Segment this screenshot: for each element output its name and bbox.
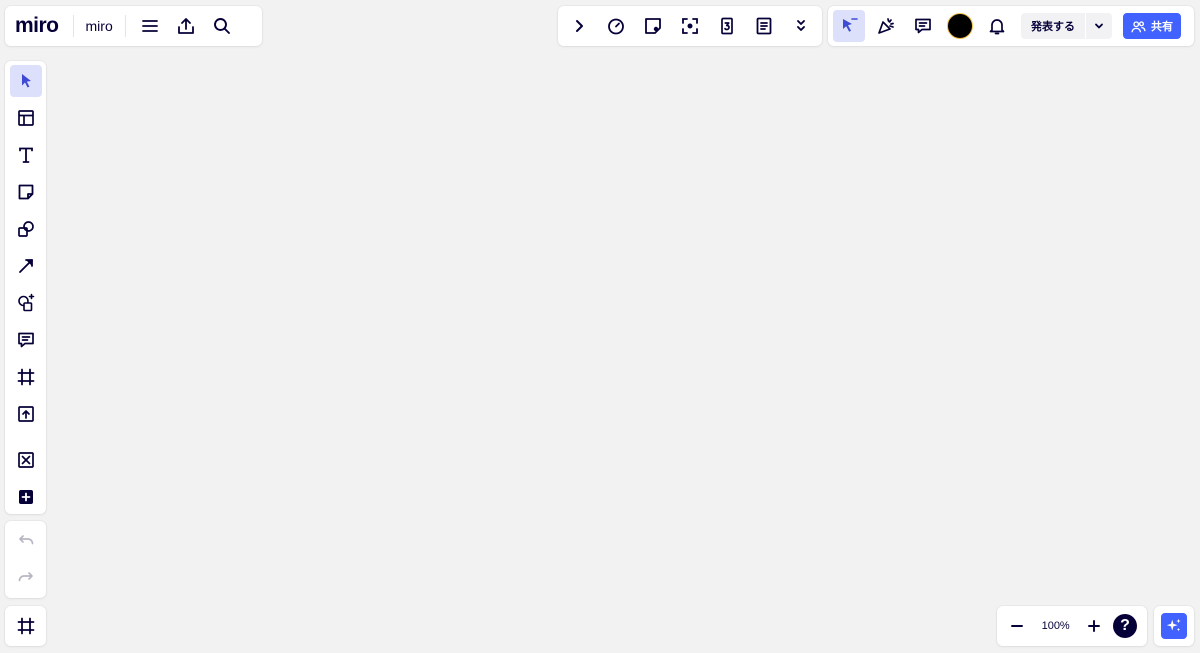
diagram-icon[interactable] <box>10 287 42 319</box>
divider <box>72 15 74 37</box>
upload-icon[interactable] <box>10 398 42 430</box>
board-header: miro miro <box>5 6 262 46</box>
focus-icon[interactable] <box>673 10 706 42</box>
ai-sparkle-icon[interactable] <box>1161 613 1187 639</box>
cursor-icon[interactable] <box>833 10 865 42</box>
ai-panel <box>1154 606 1194 646</box>
timer-icon[interactable] <box>599 10 632 42</box>
redo-icon[interactable] <box>10 562 42 594</box>
help-icon[interactable]: ? <box>1112 614 1137 638</box>
more-icon[interactable] <box>785 10 818 42</box>
divider <box>124 15 126 37</box>
notes-icon[interactable] <box>748 10 781 42</box>
text-icon[interactable] <box>10 139 42 171</box>
bell-icon[interactable] <box>981 10 1013 42</box>
zoom-in-icon[interactable] <box>1078 610 1110 642</box>
reactions-icon[interactable] <box>870 10 902 42</box>
apps-icon[interactable] <box>10 444 42 476</box>
collaboration-toolbar <box>558 6 822 46</box>
expand-icon[interactable] <box>562 10 595 42</box>
history-toolbar <box>5 521 46 598</box>
frames-panel <box>5 606 46 646</box>
export-icon[interactable] <box>170 10 202 42</box>
templates-icon[interactable] <box>10 102 42 134</box>
present-button-group: 発表する <box>1021 13 1112 39</box>
comment-icon[interactable] <box>10 324 42 356</box>
zoom-out-icon[interactable] <box>1001 610 1033 642</box>
zoom-level[interactable]: 100% <box>1036 620 1076 632</box>
undo-icon[interactable] <box>10 525 42 557</box>
line-icon[interactable] <box>10 250 42 282</box>
users-icon <box>1131 20 1146 32</box>
sticker-icon[interactable] <box>636 10 669 42</box>
board-name[interactable]: miro <box>86 18 113 34</box>
zoom-controls: 100% ? <box>997 606 1147 646</box>
user-toolbar: 発表する 共有 <box>828 6 1194 46</box>
comments-icon[interactable] <box>907 10 939 42</box>
menu-icon[interactable] <box>134 10 166 42</box>
share-label: 共有 <box>1151 21 1173 33</box>
share-button[interactable]: 共有 <box>1123 13 1181 39</box>
miro-logo[interactable]: miro <box>15 14 59 38</box>
avatar[interactable] <box>947 13 973 39</box>
counter-icon[interactable] <box>711 10 744 42</box>
sticky-note-icon[interactable] <box>10 176 42 208</box>
select-icon[interactable] <box>9 65 42 97</box>
chevron-down-icon[interactable] <box>1086 13 1112 39</box>
shapes-icon[interactable] <box>10 213 42 245</box>
add-icon[interactable] <box>10 481 42 513</box>
frames-list-icon[interactable] <box>10 610 42 642</box>
search-icon[interactable] <box>206 10 238 42</box>
present-button[interactable]: 発表する <box>1021 13 1086 39</box>
creation-toolbar <box>5 61 46 514</box>
frame-icon[interactable] <box>10 361 42 393</box>
